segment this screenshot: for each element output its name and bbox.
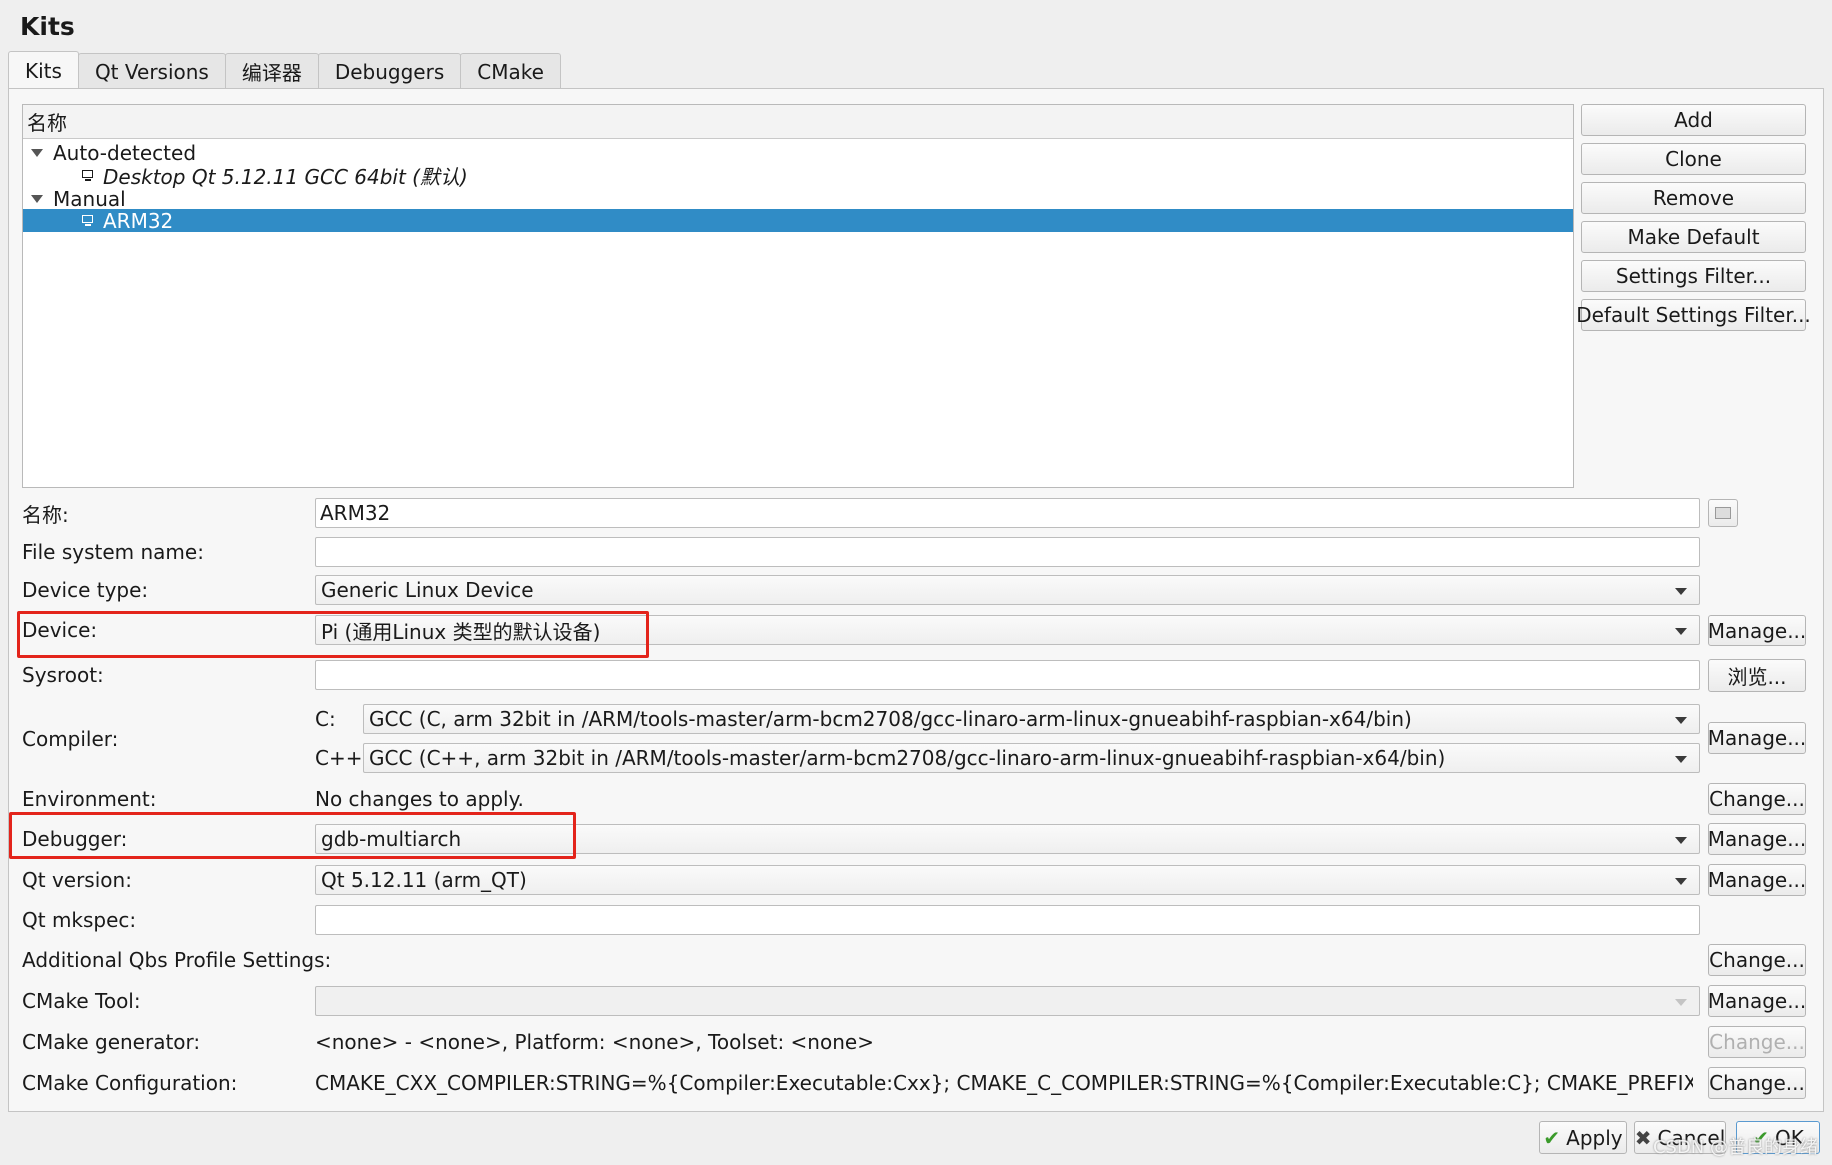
- compiler-cpp-value: GCC (C++, arm 32bit in /ARM/tools-master…: [369, 746, 1446, 770]
- page-title: Kits: [20, 12, 75, 41]
- cmake-generator-value: <none> - <none>, Platform: <none>, Tools…: [315, 1030, 874, 1054]
- device-highlight-box: [17, 611, 649, 658]
- tab-kits[interactable]: Kits: [8, 51, 79, 89]
- qt-mkspec-input[interactable]: [315, 905, 1700, 935]
- tree-item-arm32[interactable]: ARM32: [23, 208, 1573, 233]
- tab-cmake[interactable]: CMake: [460, 53, 561, 89]
- kits-tree[interactable]: 名称 Auto-detected Desktop Qt 5.12.11 GCC …: [22, 104, 1574, 488]
- qbs-change-button[interactable]: Change...: [1708, 944, 1806, 976]
- collapse-arrow-icon[interactable]: [31, 194, 43, 203]
- environment-change-button[interactable]: Change...: [1708, 783, 1806, 815]
- qt-version-manage-button[interactable]: Manage...: [1708, 864, 1806, 896]
- tree-header: 名称: [23, 105, 1573, 139]
- qt-mkspec-label: Qt mkspec:: [22, 908, 137, 932]
- qt-version-combo[interactable]: Qt 5.12.11 (arm_QT): [315, 865, 1700, 895]
- cmake-config-label: CMake Configuration:: [22, 1071, 238, 1095]
- remove-button[interactable]: Remove: [1581, 182, 1806, 214]
- environment-value: No changes to apply.: [315, 787, 524, 811]
- cmake-tool-combo[interactable]: [315, 986, 1700, 1016]
- debugger-manage-button[interactable]: Manage...: [1708, 823, 1806, 855]
- kit-icon: [1715, 507, 1731, 519]
- sysroot-label: Sysroot:: [22, 663, 104, 687]
- collapse-arrow-icon[interactable]: [31, 148, 43, 157]
- compiler-cpp-combo[interactable]: GCC (C++, arm 32bit in /ARM/tools-master…: [363, 743, 1700, 773]
- compiler-c-value: GCC (C, arm 32bit in /ARM/tools-master/a…: [369, 707, 1412, 731]
- chevron-down-icon: [1675, 837, 1687, 844]
- cmake-generator-change-button[interactable]: Change...: [1708, 1026, 1806, 1058]
- settings-filter-button[interactable]: Settings Filter...: [1581, 260, 1806, 292]
- name-input[interactable]: ARM32: [315, 498, 1700, 528]
- cmake-config-change-button[interactable]: Change...: [1708, 1067, 1806, 1099]
- tree-group-manual[interactable]: Manual: [23, 186, 1573, 211]
- cmake-config-value: CMAKE_CXX_COMPILER:STRING=%{Compiler:Exe…: [315, 1071, 1693, 1095]
- compiler-c-label: C:: [315, 707, 336, 731]
- sysroot-browse-button[interactable]: 浏览...: [1708, 659, 1806, 692]
- fs-name-label: File system name:: [22, 540, 204, 564]
- device-type-value: Generic Linux Device: [321, 578, 534, 602]
- compiler-manage-button[interactable]: Manage...: [1708, 722, 1806, 754]
- chevron-down-icon: [1675, 878, 1687, 885]
- clone-button[interactable]: Clone: [1581, 143, 1806, 175]
- device-type-combo[interactable]: Generic Linux Device: [315, 575, 1700, 605]
- device-manage-button[interactable]: Manage...: [1708, 615, 1806, 646]
- chevron-down-icon: [1675, 999, 1687, 1006]
- chevron-down-icon: [1675, 717, 1687, 724]
- tab-compilers[interactable]: 编译器: [224, 53, 319, 89]
- tree-item-label: ARM32: [103, 208, 174, 233]
- cmake-tool-label: CMake Tool:: [22, 989, 141, 1013]
- apply-button[interactable]: ✔ Apply: [1539, 1121, 1627, 1154]
- fs-name-input[interactable]: [315, 537, 1700, 567]
- tree-group-label: Manual: [53, 186, 126, 211]
- qbs-settings-label: Additional Qbs Profile Settings:: [22, 948, 332, 972]
- default-settings-filter-button[interactable]: Default Settings Filter...: [1576, 299, 1811, 331]
- tab-debuggers[interactable]: Debuggers: [317, 53, 462, 89]
- tab-bar: Kits Qt Versions 编译器 Debuggers CMake: [8, 51, 561, 89]
- compiler-c-combo[interactable]: GCC (C, arm 32bit in /ARM/tools-master/a…: [363, 704, 1700, 734]
- chevron-down-icon: [1675, 628, 1687, 635]
- chevron-down-icon: [1675, 588, 1687, 595]
- cmake-generator-label: CMake generator:: [22, 1030, 201, 1054]
- qt-version-label: Qt version:: [22, 868, 132, 892]
- cmake-tool-manage-button[interactable]: Manage...: [1708, 985, 1806, 1017]
- tree-item-label: Desktop Qt 5.12.11 GCC 64bit (默认): [103, 165, 468, 189]
- check-icon: ✔: [1543, 1125, 1561, 1150]
- make-default-button[interactable]: Make Default: [1581, 221, 1806, 253]
- sysroot-input[interactable]: [315, 660, 1700, 690]
- device-type-label: Device type:: [22, 578, 149, 602]
- compiler-cpp-label: C++:: [315, 746, 370, 770]
- environment-label: Environment:: [22, 787, 157, 811]
- monitor-icon: [81, 214, 95, 227]
- kit-icon-button[interactable]: [1708, 499, 1738, 527]
- tab-qt-versions[interactable]: Qt Versions: [77, 53, 226, 89]
- apply-label: Apply: [1566, 1125, 1623, 1150]
- debugger-highlight-box: [9, 812, 576, 859]
- chevron-down-icon: [1675, 756, 1687, 763]
- add-button[interactable]: Add: [1581, 104, 1806, 136]
- tree-item-desktop-kit[interactable]: Desktop Qt 5.12.11 GCC 64bit (默认): [23, 164, 1573, 189]
- monitor-icon: [81, 169, 95, 182]
- watermark: CSDN @普良的身绪: [1652, 1137, 1818, 1158]
- name-label: 名称:: [22, 502, 69, 527]
- close-icon: ✖: [1634, 1125, 1652, 1150]
- qt-version-value: Qt 5.12.11 (arm_QT): [321, 868, 527, 892]
- compiler-label: Compiler:: [22, 727, 119, 751]
